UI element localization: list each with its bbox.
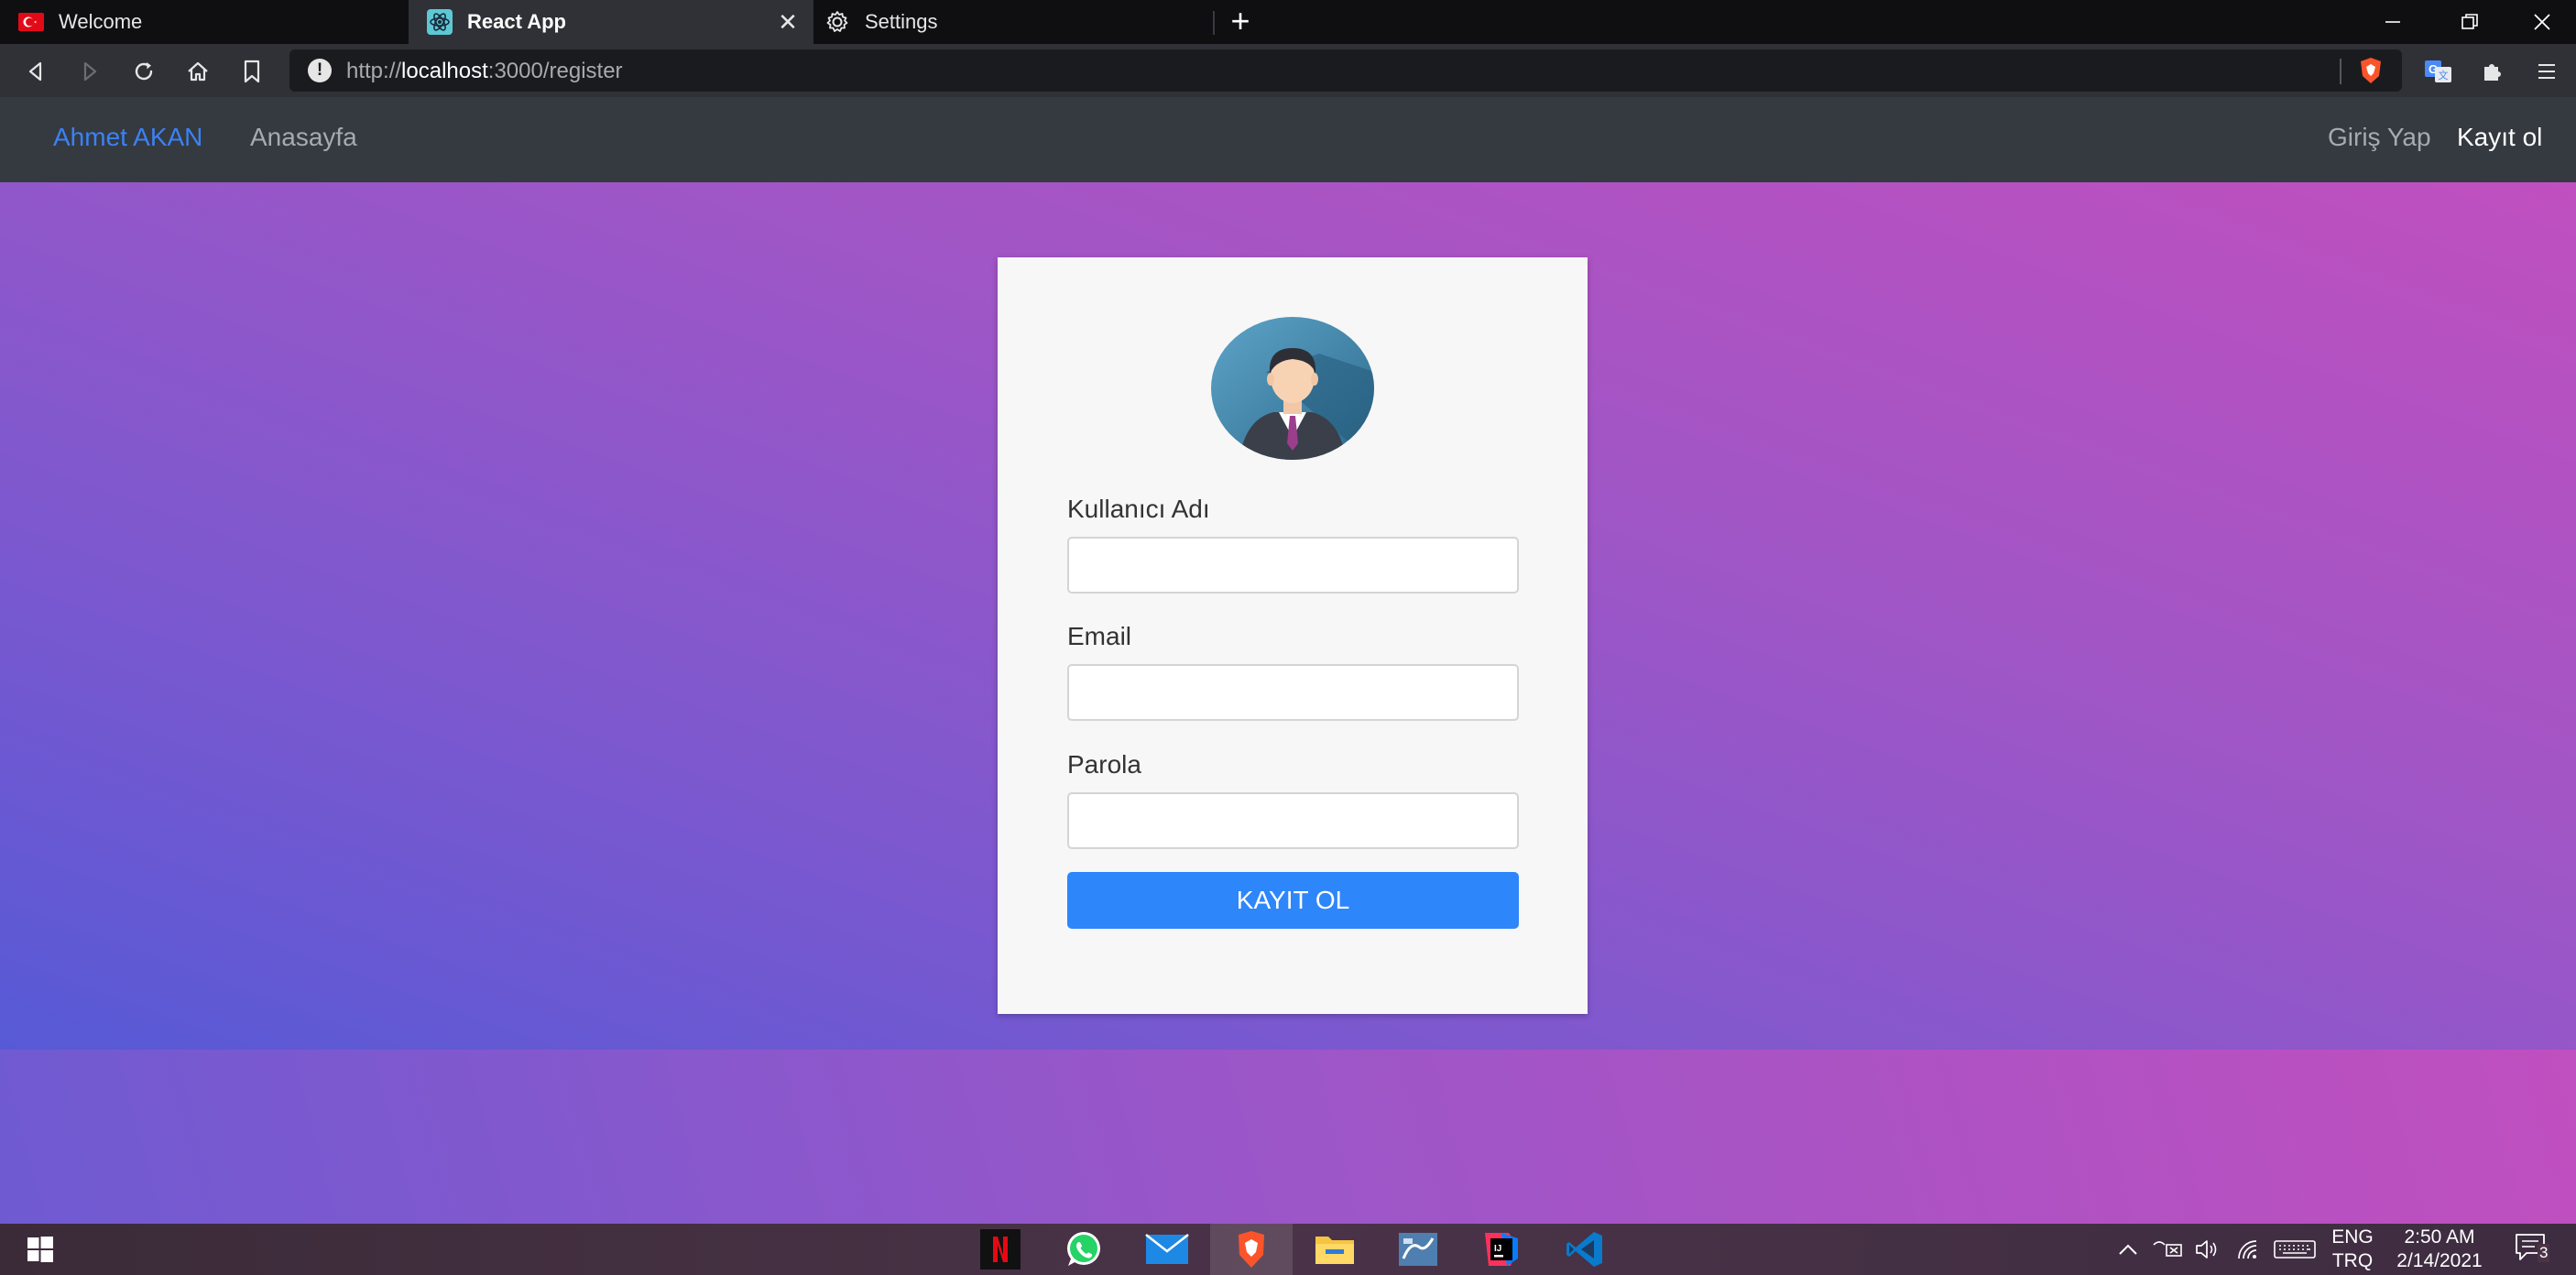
close-window-button[interactable]: [2508, 0, 2576, 44]
notification-count: 3: [2538, 1244, 2550, 1262]
netflix-icon[interactable]: [959, 1224, 1042, 1275]
back-button[interactable]: [20, 56, 51, 87]
clock-date: 2/14/2021: [2396, 1250, 2483, 1271]
menu-icon[interactable]: [2531, 56, 2562, 87]
reload-button[interactable]: [128, 56, 159, 87]
brave-shields-icon[interactable]: [2356, 56, 2385, 85]
register-card: Kullanıcı Adı Email Parola KAYIT OL: [998, 257, 1588, 1014]
tab-settings[interactable]: Settings: [813, 0, 1213, 44]
file-explorer-icon[interactable]: [1293, 1224, 1376, 1275]
language-secondary: TRQ: [2331, 1250, 2374, 1271]
mail-icon[interactable]: [1126, 1224, 1208, 1275]
tab-title: Settings: [865, 10, 938, 33]
clock-time: 2:50 AM: [2404, 1226, 2475, 1248]
clock[interactable]: 2:50 AM 2/14/2021: [2385, 1226, 2494, 1273]
extensions-icon[interactable]: [2477, 56, 2508, 87]
vscode-icon[interactable]: [1544, 1224, 1626, 1275]
email-label: Email: [1067, 622, 1132, 650]
windows-start-icon[interactable]: [0, 1224, 81, 1275]
user-avatar-icon: [1211, 317, 1374, 460]
password-input[interactable]: [1067, 792, 1519, 849]
wifi-icon[interactable]: [2235, 1237, 2263, 1262]
username-label: Kullanıcı Adı: [1067, 495, 1210, 523]
tab-title: Welcome: [59, 10, 143, 33]
address-bar[interactable]: ! http://localhost:3000/register: [289, 49, 2402, 92]
windows-taskbar: IJ ENG TRQ 2:50 AM 2/14/2021 3: [0, 1224, 2576, 1275]
browser-toolbar: ! http://localhost:3000/register G文: [0, 44, 2576, 97]
chevron-up-icon[interactable]: [2114, 1237, 2142, 1262]
svg-text:文: 文: [2439, 69, 2449, 82]
tab-react-app[interactable]: React App ✕: [409, 0, 813, 44]
turkey-flag-icon: [18, 9, 44, 35]
page-background: Kullanıcı Adı Email Parola KAYIT OL: [0, 182, 2576, 1224]
site-info-icon[interactable]: !: [308, 59, 332, 82]
omnibox-divider: [2340, 59, 2341, 84]
svg-text:IJ: IJ: [1494, 1244, 1501, 1254]
volume-icon[interactable]: [2193, 1237, 2221, 1262]
page-background-lower: [0, 1050, 2576, 1224]
restore-button[interactable]: [2431, 0, 2508, 44]
nav-link-register[interactable]: Kayıt ol: [2457, 123, 2542, 152]
navbar-brand-link[interactable]: Ahmet AKAN: [53, 123, 202, 152]
translate-icon[interactable]: G文: [2423, 56, 2454, 87]
notification-center-icon[interactable]: 3: [2514, 1234, 2554, 1262]
react-icon: [427, 9, 453, 35]
minimize-button[interactable]: [2354, 0, 2431, 44]
whatsapp-icon[interactable]: [1042, 1224, 1125, 1275]
home-button[interactable]: [182, 56, 213, 87]
nav-link-login[interactable]: Giriş Yap: [2328, 123, 2431, 152]
network-status-icon[interactable]: [2151, 1237, 2184, 1262]
new-tab-button[interactable]: +: [1224, 5, 1257, 38]
bookmark-button[interactable]: [236, 56, 267, 87]
url-path: :3000/register: [487, 59, 623, 83]
url-host: localhost: [401, 59, 488, 83]
mysql-workbench-icon[interactable]: [1377, 1224, 1459, 1275]
forward-button[interactable]: [74, 56, 105, 87]
url-prefix: http://: [346, 59, 402, 83]
app-navbar: Ahmet AKAN Anasayfa Giriş Yap Kayıt ol: [0, 97, 2576, 182]
tab-title: React App: [467, 10, 566, 33]
tab-divider: [1213, 11, 1215, 35]
tab-welcome[interactable]: Welcome: [0, 0, 409, 44]
language-primary: ENG: [2331, 1226, 2374, 1248]
language-indicator[interactable]: ENG TRQ: [2325, 1226, 2380, 1273]
keyboard-icon[interactable]: [2274, 1237, 2316, 1262]
email-input[interactable]: [1067, 664, 1519, 721]
close-tab-icon[interactable]: ✕: [775, 9, 801, 35]
browser-tab-strip: Welcome React App ✕ Settings +: [0, 0, 2576, 44]
brave-icon[interactable]: [1210, 1224, 1293, 1275]
intellij-icon[interactable]: IJ: [1460, 1224, 1543, 1275]
gear-icon: [824, 9, 850, 35]
register-submit-button[interactable]: KAYIT OL: [1067, 872, 1519, 929]
username-input[interactable]: [1067, 537, 1519, 594]
url-text[interactable]: http://localhost:3000/register: [346, 59, 623, 84]
nav-link-home[interactable]: Anasayfa: [250, 123, 357, 152]
password-label: Parola: [1067, 750, 1141, 779]
